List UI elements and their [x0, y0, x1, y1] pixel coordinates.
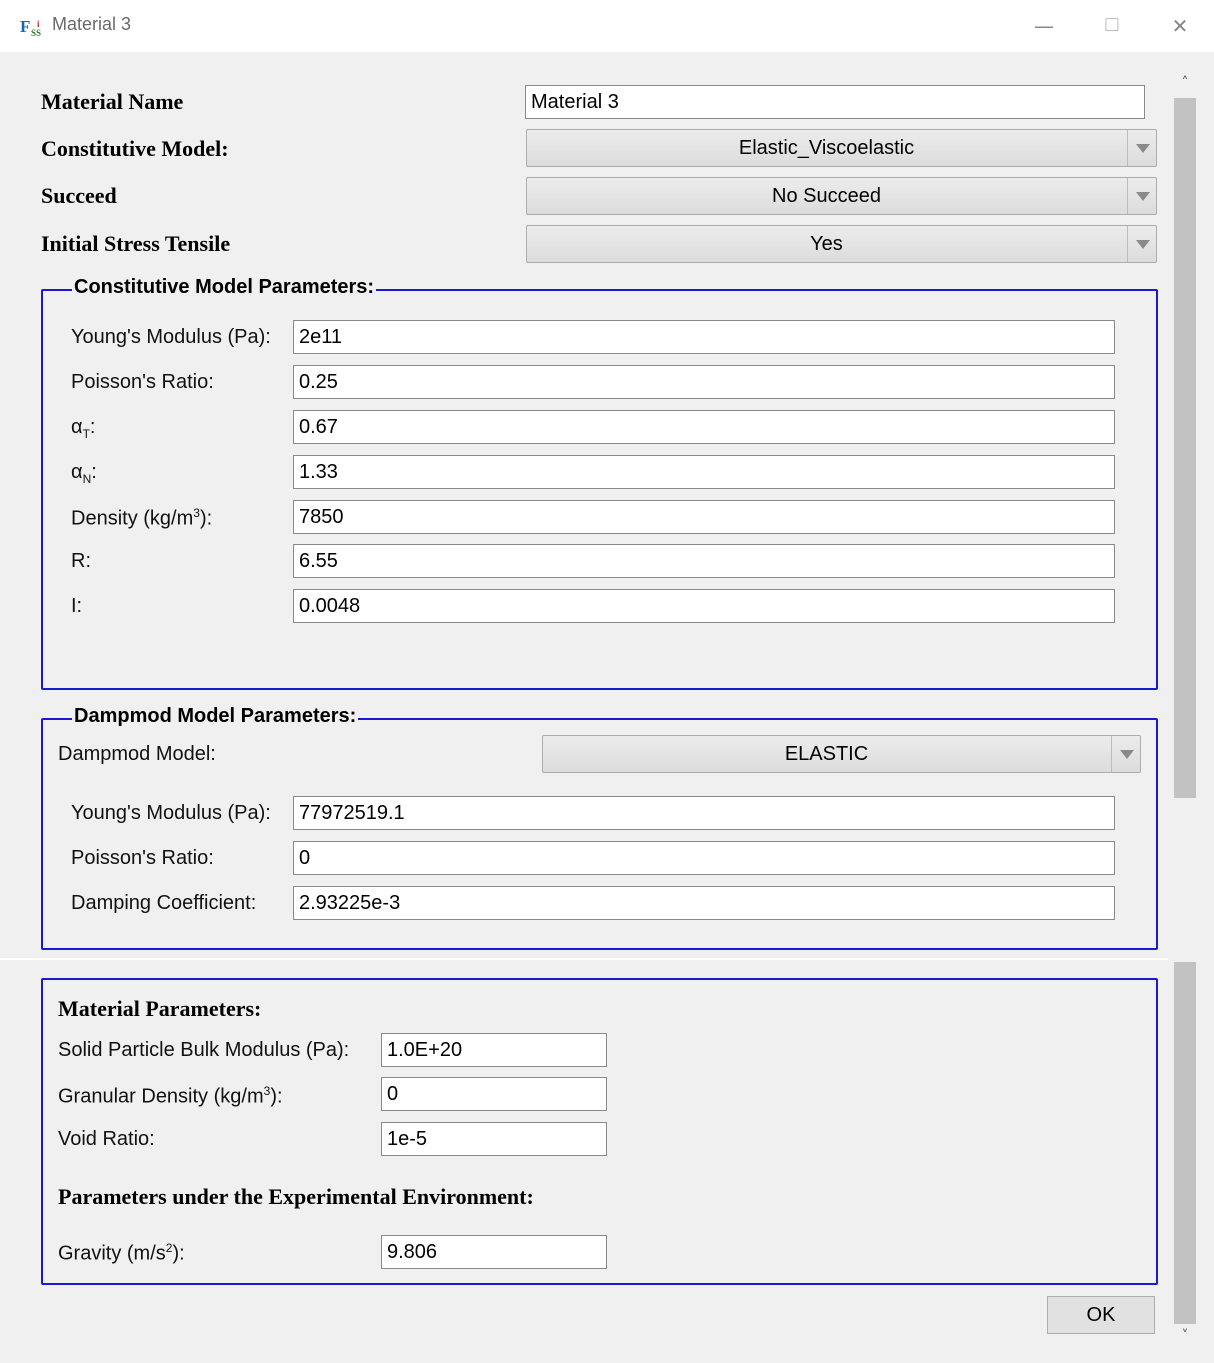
window-title: Material 3 — [52, 14, 132, 34]
damping-coefficient-label: Damping Coefficient: — [71, 892, 257, 914]
damp-youngs-input[interactable]: 77972519.1 — [293, 796, 1115, 830]
alpha-t-label: αT: — [71, 416, 96, 441]
density-label: Density (kg/m3): — [71, 506, 213, 530]
app-icon: F SS i — [20, 17, 42, 38]
succeed-value: No Succeed — [772, 185, 881, 207]
succeed-select[interactable]: No Succeed — [526, 177, 1157, 215]
r-label: R: — [71, 550, 91, 572]
scroll-down-icon[interactable]: ˅ — [1172, 1323, 1198, 1349]
alpha-t-input[interactable]: 0.67 — [293, 410, 1115, 444]
gravity-input[interactable]: 9.806 — [381, 1235, 607, 1269]
dropdown-arrow-icon[interactable] — [1127, 226, 1156, 262]
bulk-modulus-input[interactable]: 1.0E+20 — [381, 1033, 607, 1067]
dampmod-model-label: Dampmod Model: — [58, 743, 216, 765]
dropdown-arrow-icon[interactable] — [1127, 130, 1156, 166]
i-label: I: — [71, 595, 83, 617]
bulk-modulus-label: Solid Particle Bulk Modulus (Pa): — [58, 1039, 350, 1061]
void-ratio-input[interactable]: 1e-5 — [381, 1122, 607, 1156]
constitutive-model-select[interactable]: Elastic_Viscoelastic — [526, 129, 1157, 167]
section-divider — [0, 958, 1168, 960]
initial-stress-label: Initial Stress Tensile — [41, 231, 231, 256]
r-input[interactable]: 6.55 — [293, 544, 1115, 578]
damp-poisson-label: Poisson's Ratio: — [71, 847, 214, 869]
youngs-modulus-input[interactable]: 2e11 — [293, 320, 1115, 354]
alpha-n-label: αN: — [71, 461, 97, 486]
void-ratio-label: Void Ratio: — [58, 1128, 155, 1150]
granular-density-input[interactable]: 0 — [381, 1077, 607, 1111]
ok-button[interactable]: OK — [1047, 1296, 1155, 1334]
close-icon[interactable]: ✕ — [1160, 8, 1200, 44]
env-params-title: Parameters under the Experimental Enviro… — [58, 1184, 534, 1209]
minimize-icon[interactable]: — — [1024, 8, 1064, 44]
poisson-ratio-label: Poisson's Ratio: — [71, 371, 214, 393]
material-name-input[interactable]: Material 3 — [525, 85, 1145, 119]
dropdown-arrow-icon[interactable] — [1127, 178, 1156, 214]
damping-coefficient-input[interactable]: 2.93225e-3 — [293, 886, 1115, 920]
constitutive-model-label: Constitutive Model: — [41, 136, 229, 161]
scroll-up-icon[interactable]: ˄ — [1172, 70, 1198, 96]
i-input[interactable]: 0.0048 — [293, 589, 1115, 623]
dampmod-model-value: ELASTIC — [784, 743, 869, 765]
succeed-label: Succeed — [41, 183, 117, 208]
dampmod-params-title: Dampmod Model Parameters: — [72, 705, 359, 728]
constitutive-model-value: Elastic_Viscoelastic — [738, 137, 915, 159]
gravity-label: Gravity (m/s2): — [58, 1241, 185, 1265]
material-params-title: Material Parameters: — [58, 996, 262, 1021]
material-name-label: Material Name — [41, 89, 184, 114]
scrollbar-thumb-lower[interactable] — [1174, 962, 1196, 1324]
density-input[interactable]: 7850 — [293, 500, 1115, 534]
maximize-icon[interactable]: ☐ — [1092, 8, 1132, 44]
title-bar: F SS i Material 3 — ☐ ✕ — [0, 0, 1214, 52]
dampmod-model-select[interactable]: ELASTIC — [542, 735, 1141, 773]
scrollbar-thumb[interactable] — [1174, 98, 1196, 798]
damp-youngs-label: Young's Modulus (Pa): — [71, 802, 271, 824]
alpha-n-input[interactable]: 1.33 — [293, 455, 1115, 489]
poisson-ratio-input[interactable]: 0.25 — [293, 365, 1115, 399]
damp-poisson-input[interactable]: 0 — [293, 841, 1115, 875]
youngs-modulus-label: Young's Modulus (Pa): — [71, 326, 271, 348]
initial-stress-value: Yes — [810, 233, 843, 255]
constitutive-params-title: Constitutive Model Parameters: — [72, 276, 377, 299]
initial-stress-select[interactable]: Yes — [526, 225, 1157, 263]
dropdown-arrow-icon[interactable] — [1111, 736, 1140, 772]
granular-density-label: Granular Density (kg/m3): — [58, 1084, 283, 1108]
